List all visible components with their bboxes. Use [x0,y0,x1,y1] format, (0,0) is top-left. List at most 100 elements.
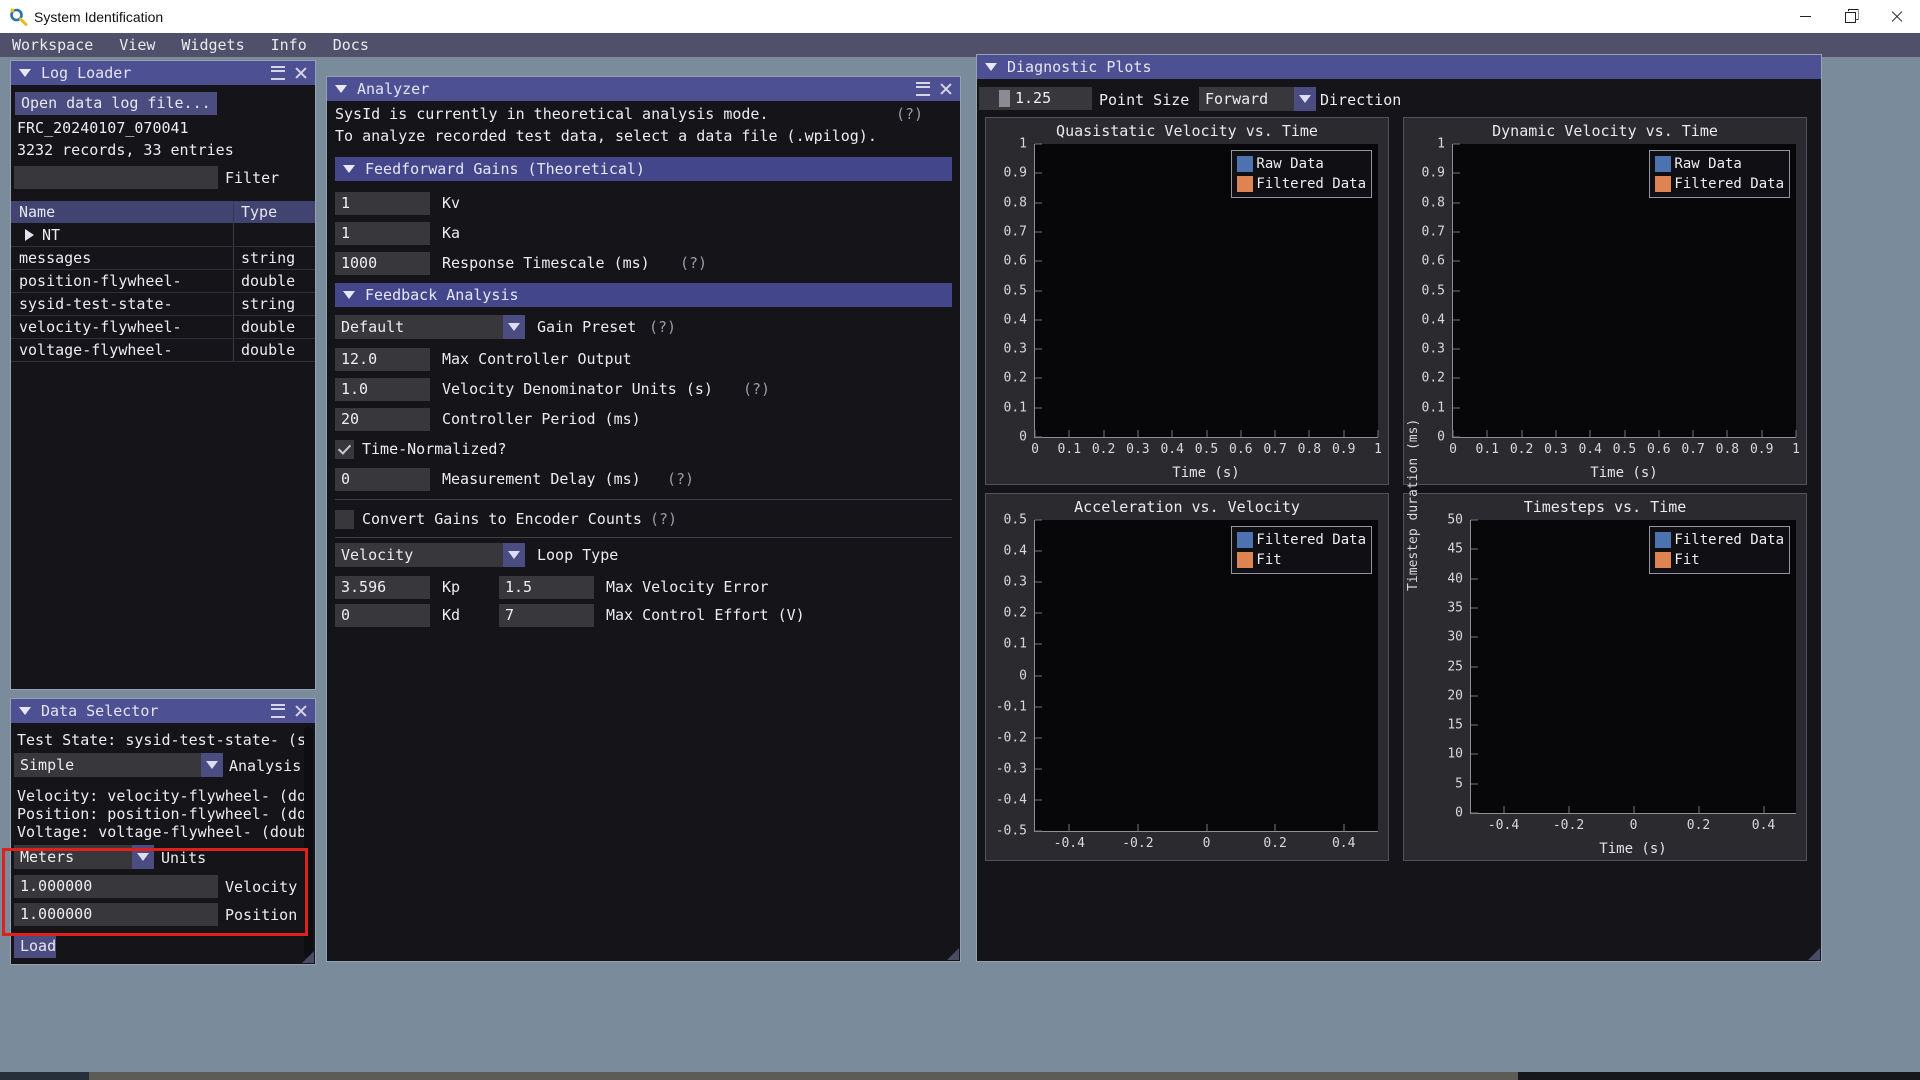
help-hint[interactable]: (?) [650,510,677,528]
time-normalized-checkbox[interactable] [335,439,354,459]
axis-tick-mark [1453,172,1460,174]
position-scale-input[interactable]: 1.000000 [14,903,218,926]
plot-timesteps-time: Timesteps vs. Time 50 45 40 35 30 25 20 15 10 5 0-… [1403,419,1807,861]
kd-row: 0 Kd 7 Max Control Effort (V) [335,603,952,627]
filter-input[interactable] [14,166,218,189]
restore-button[interactable] [1828,0,1874,33]
resize-grip[interactable] [947,948,959,960]
kp-input[interactable]: 3.596 [335,575,430,599]
table-row[interactable]: voltage-flywheel- double [11,338,315,362]
legend-name: Filtered Data [1674,532,1784,548]
timescale-input[interactable]: 1000 [335,251,430,275]
menu-info[interactable]: Info [271,36,307,54]
minimize-button[interactable] [1782,0,1828,33]
scrollbar[interactable] [304,727,313,958]
kd-input[interactable]: 0 [335,603,430,627]
velocity-denominator-input[interactable]: 1.0 [335,377,430,401]
plot-area[interactable]: 50 45 40 35 30 25 20 15 10 5 0 -0.4 -0.2 0 0.2 0.4 Filte… [1447,513,1796,833]
collapse-triangle-icon[interactable] [19,707,31,715]
menu-workspace[interactable]: Workspace [12,36,93,54]
legend-entry[interactable]: Filtered Data [1237,530,1366,550]
legend-entry[interactable]: Filtered Data [1237,174,1366,194]
direction-label: Direction [1320,91,1402,109]
direction-combo[interactable]: Forward [1199,87,1316,111]
axis-tick-label: 0.5 [1003,283,1027,298]
open-log-file-button[interactable]: Open data log file... [15,92,217,115]
convert-gains-checkbox[interactable] [335,509,354,529]
table-row[interactable]: sysid-test-state- string [11,292,315,316]
point-size-slider[interactable]: 1.25 [979,87,1092,110]
velocity-scale-input[interactable]: 1.000000 [14,875,218,898]
window-menu-icon[interactable] [916,82,930,96]
legend-entry[interactable]: Fit [1237,550,1366,570]
table-row[interactable]: NT [11,223,315,247]
max-velocity-error-input[interactable]: 1.5 [499,575,594,599]
plot-area[interactable]: 0.5 0.4 0.3 0.2 0.1 0 -0.1 -0.2 -0.3 -0.4 -0.5 -0.4… [996,513,1378,851]
help-hint[interactable]: (?) [667,470,694,488]
menu-docs[interactable]: Docs [333,36,369,54]
measurement-delay-input[interactable]: 0 [335,467,430,491]
legend-name: Raw Data [1674,156,1742,172]
controller-period-input[interactable]: 20 [335,407,430,431]
kp-row: 3.596 Kp 1.5 Max Velocity Error [335,575,952,599]
diagnostic-plots-header[interactable]: Diagnostic Plots [977,55,1821,79]
data-selector-header[interactable]: Data Selector [11,699,315,723]
axis-tick-mark [1761,430,1763,437]
resize-grip[interactable] [302,951,314,963]
tree-expand-icon[interactable] [25,228,34,241]
axis-tick-label: 0.6 [1003,253,1027,269]
load-button[interactable]: Load [14,935,56,958]
collapse-triangle-icon[interactable] [19,69,31,77]
feedback-analysis-header[interactable]: Feedback Analysis [335,283,952,307]
data-selector-window: Data Selector Test State: sysid-test-sta… [10,698,316,965]
log-loader-title: Log Loader [41,64,132,82]
analysis-type-combo[interactable]: Simple [14,753,223,777]
legend-entry[interactable]: Raw Data [1237,154,1366,174]
axis-tick-mark [1035,231,1042,233]
kv-input[interactable]: 1 [335,191,430,215]
plot-area[interactable]: 1 0.9 0.8 0.7 0.6 0.5 0.4 0.3 0.2 0.1 0 0 0.1 0.2 0.3 0… [1004,137,1382,458]
column-header-type[interactable]: Type [241,203,277,221]
point-size-value: 1.25 [1015,89,1052,107]
axis-tick-mark [1453,407,1460,409]
window-menu-icon[interactable] [271,704,285,718]
table-row[interactable]: position-flywheel- double [11,269,315,293]
legend-entry[interactable]: Filtered Data [1655,530,1784,550]
window-close-icon[interactable] [295,705,307,717]
analyzer-header[interactable]: Analyzer [327,77,960,101]
legend-entry[interactable]: Raw Data [1655,154,1784,174]
help-hint[interactable]: (?) [680,254,707,272]
help-hint[interactable]: (?) [649,318,676,336]
help-hint[interactable]: (?) [896,105,923,123]
column-header-name[interactable]: Name [19,203,55,221]
log-loader-header[interactable]: Log Loader [11,61,315,85]
max-control-effort-input[interactable]: 7 [499,603,594,627]
menu-view[interactable]: View [119,36,155,54]
window-close-icon[interactable] [940,83,952,95]
axis-tick-label: 35 [1447,600,1463,616]
slider-grab[interactable] [999,90,1010,107]
ka-input[interactable]: 1 [335,221,430,245]
units-combo[interactable]: Meters [14,845,154,869]
collapse-triangle-icon[interactable] [335,85,347,93]
legend-entry[interactable]: Filtered Data [1655,174,1784,194]
feedforward-gains-header[interactable]: Feedforward Gains (Theoretical) [335,157,952,181]
plot-area[interactable]: 1 0.9 0.8 0.7 0.6 0.5 0.4 0.3 0.2 0.1 0 0 0.1 0.2 0.3 0… [1422,137,1800,458]
close-button[interactable] [1874,0,1920,33]
window-close-icon[interactable] [295,67,307,79]
legend-entry[interactable]: Fit [1655,550,1784,570]
max-controller-output-input[interactable]: 12.0 [335,347,430,371]
window-menu-icon[interactable] [271,66,285,80]
resize-grip[interactable] [1808,948,1820,960]
help-hint[interactable]: (?) [743,380,770,398]
plot-legend: Filtered Data Fit [1231,526,1372,574]
gain-preset-combo[interactable]: Default [335,315,525,339]
plot-title: Dynamic Velocity vs. Time [1492,122,1718,140]
table-row[interactable]: velocity-flywheel- double [11,315,315,339]
table-row[interactable]: messages string [11,246,315,270]
menu-widgets[interactable]: Widgets [181,36,244,54]
axis-tick-mark [1471,695,1478,697]
collapse-triangle-icon[interactable] [985,63,997,71]
kv-label: Kv [442,194,461,212]
loop-type-combo[interactable]: Velocity [335,543,525,567]
